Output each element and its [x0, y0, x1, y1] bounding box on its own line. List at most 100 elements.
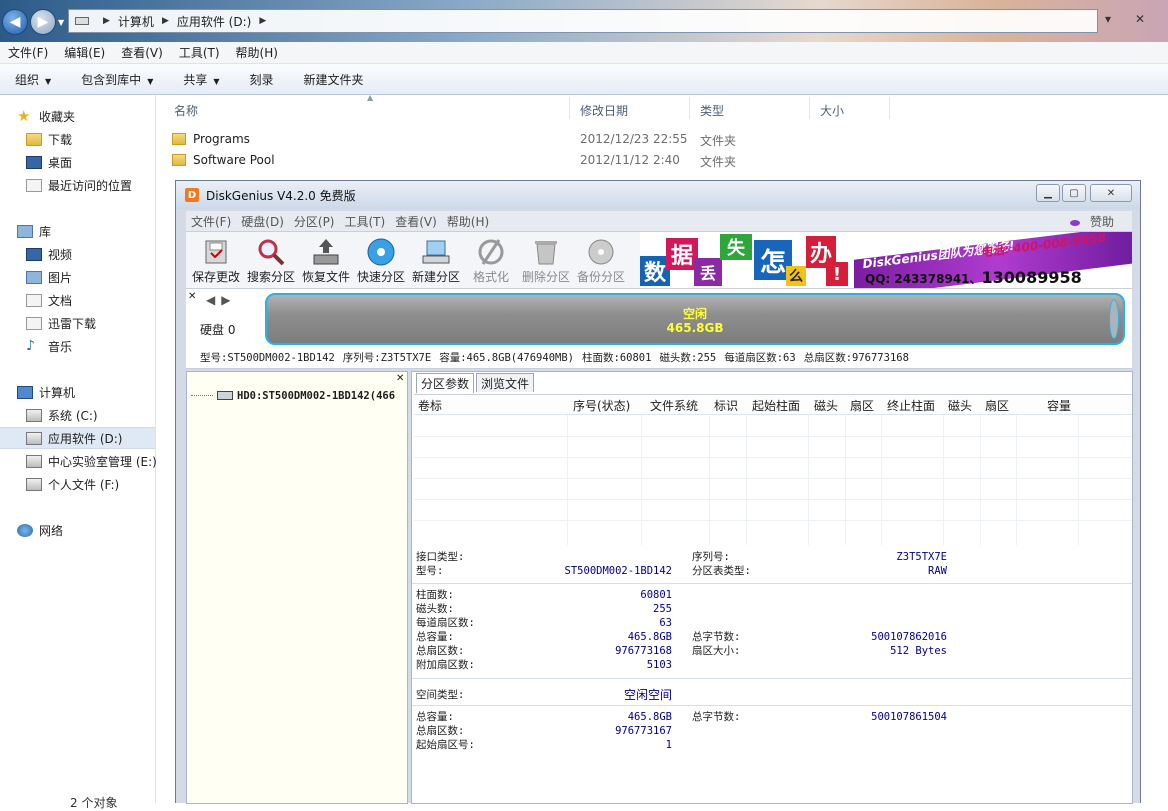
sidebar-item-computer[interactable]: 计算机	[17, 381, 172, 403]
format-button[interactable]: 格式化	[465, 234, 517, 288]
column-divider[interactable]	[569, 97, 570, 119]
sidebar-item-drive-d[interactable]: 应用软件 (D:)	[0, 427, 155, 449]
format-icon	[475, 237, 507, 267]
sidebar-item-libraries[interactable]: 库	[17, 220, 172, 242]
donate-link[interactable]: 赞助	[1065, 213, 1124, 230]
sidebar-item-documents[interactable]: 文档	[26, 289, 181, 311]
back-button[interactable]: ◀	[2, 9, 28, 35]
address-bar-area: ◀ ▶ ▼ ▶ 计算机 ▶ 应用软件 (D:) ▶ ▾ ✕	[0, 0, 1168, 42]
column-header-filesystem[interactable]: 文件系统	[650, 397, 698, 414]
column-header-start-sector[interactable]: 扇区	[850, 397, 874, 414]
column-header-size[interactable]: 大小	[820, 102, 844, 119]
column-header-name[interactable]: 名称	[174, 102, 198, 119]
recover-files-button[interactable]: 恢复文件	[300, 234, 352, 288]
disk-nav-arrows-icon[interactable]: ◀▶	[206, 293, 236, 307]
menu-tools[interactable]: 工具(T)	[171, 44, 228, 61]
save-changes-button[interactable]: 保存更改	[190, 234, 242, 288]
sidebar-item-videos[interactable]: 视频	[26, 243, 181, 265]
dg-menu-help[interactable]: 帮助(H)	[442, 213, 494, 230]
sidebar-item-music[interactable]: ♪ 音乐	[26, 335, 181, 357]
magnifier-icon	[255, 237, 287, 267]
free-space-size: 465.8GB	[666, 321, 724, 335]
column-header-start-head[interactable]: 磁头	[814, 397, 838, 414]
column-header-index[interactable]: 序号(状态)	[573, 397, 630, 414]
column-header-date[interactable]: 修改日期	[580, 102, 628, 119]
history-dropdown-icon[interactable]: ▼	[58, 18, 64, 27]
breadcrumb-drive[interactable]: 应用软件 (D:)	[177, 13, 251, 30]
column-header-end-head[interactable]: 磁头	[948, 397, 972, 414]
disk-free-space-bar[interactable]: 空闲 465.8GB	[265, 293, 1125, 345]
column-divider[interactable]	[809, 97, 810, 119]
file-row[interactable]: Programs	[172, 129, 250, 149]
address-box[interactable]: ▶ 计算机 ▶ 应用软件 (D:) ▶	[68, 9, 1098, 33]
column-divider[interactable]	[889, 97, 890, 119]
backup-partition-button[interactable]: 备份分区	[575, 234, 627, 288]
delete-partition-button[interactable]: 删除分区	[520, 234, 572, 288]
column-header-start-cyl[interactable]: 起始柱面	[752, 397, 800, 414]
breadcrumb-computer[interactable]: 计算机	[118, 13, 154, 30]
minimize-button[interactable]: ▁	[1036, 184, 1060, 202]
sidebar-item-drive-e[interactable]: 中心实验室管理 (E:)	[26, 450, 181, 472]
disk-tree-pane: ✕ HD0:ST500DM002-1BD142(466	[186, 371, 408, 804]
column-header-id[interactable]: 标识	[714, 397, 738, 414]
new-folder-button[interactable]: 新建文件夹	[289, 71, 379, 88]
include-library-button[interactable]: 包含到库中 ▼	[66, 71, 168, 88]
toolbar-label: 搜索分区	[246, 270, 295, 284]
close-icon: ✕	[1106, 187, 1116, 199]
tab-browse-files[interactable]: 浏览文件	[476, 373, 535, 392]
chevron-right-icon[interactable]: ▶	[103, 16, 110, 26]
dg-menu-file[interactable]: 文件(F)	[186, 213, 236, 230]
column-header-capacity[interactable]: 容量	[1047, 397, 1071, 414]
menu-view[interactable]: 查看(V)	[113, 44, 171, 61]
column-header-end-sector[interactable]: 扇区	[985, 397, 1009, 414]
dg-menu-disk[interactable]: 硬盘(D)	[236, 213, 289, 230]
menu-help[interactable]: 帮助(H)	[228, 44, 286, 61]
sidebar-item-drive-f[interactable]: 个人文件 (F:)	[26, 473, 181, 495]
share-button[interactable]: 共享 ▼	[168, 71, 234, 88]
sidebar-item-drive-c[interactable]: 系统 (C:)	[26, 404, 181, 426]
column-header-end-cyl[interactable]: 终止柱面	[887, 397, 935, 414]
organize-button[interactable]: 组织 ▼	[0, 71, 66, 88]
section-divider	[412, 583, 1132, 584]
dg-menu-partition[interactable]: 分区(P)	[289, 213, 340, 230]
menu-file[interactable]: 文件(F)	[0, 44, 56, 61]
burn-button[interactable]: 刻录	[235, 71, 289, 88]
quick-partition-button[interactable]: 快速分区	[355, 234, 407, 288]
sidebar-item-pictures[interactable]: 图片	[26, 266, 181, 288]
tree-item-hd0[interactable]: HD0:ST500DM002-1BD142(466	[189, 388, 408, 403]
sidebar-item-favorites[interactable]: ★ 收藏夹	[17, 105, 172, 127]
column-header-type[interactable]: 类型	[700, 102, 724, 119]
close-button[interactable]: ✕	[1090, 184, 1132, 202]
dropdown-icon: ▼	[147, 76, 154, 86]
dg-menu-tools[interactable]: 工具(T)	[340, 213, 391, 230]
dg-menu-view[interactable]: 查看(V)	[390, 213, 442, 230]
new-partition-button[interactable]: 新建分区	[410, 234, 462, 288]
sidebar-item-network[interactable]: 网络	[17, 519, 172, 541]
diskgenius-title-bar[interactable]: D DiskGenius V4.2.0 免费版 ▁ ▢ ✕	[176, 181, 1140, 209]
chevron-right-icon[interactable]: ▶	[259, 16, 266, 26]
menu-edit[interactable]: 编辑(E)	[56, 44, 113, 61]
banner-qq-text: QQ: 243378941、130089958	[865, 268, 1082, 287]
file-name: Software Pool	[193, 153, 275, 167]
disk-model: 型号:ST500DM002-1BD142	[200, 352, 335, 364]
forward-button[interactable]: ▶	[30, 9, 56, 35]
search-partition-button[interactable]: 搜索分区	[245, 234, 297, 288]
disk-cylinder-cap	[1109, 299, 1119, 339]
grid-line	[746, 415, 747, 545]
close-address-icon[interactable]: ✕	[1135, 12, 1145, 26]
trash-icon	[530, 237, 562, 267]
column-header-volume[interactable]: 卷标	[418, 397, 442, 414]
close-panel-icon[interactable]: ✕	[188, 291, 196, 302]
chevron-right-icon[interactable]: ▶	[162, 16, 169, 26]
advertisement-banner[interactable]: 数 据 丢 失 怎 么 办 ! DiskGenius团队为您服务! 电话: 40…	[640, 232, 1132, 288]
maximize-button[interactable]: ▢	[1062, 184, 1086, 202]
sidebar-item-label: 应用软件 (D:)	[48, 431, 123, 446]
detail-value: 465.8GB	[627, 631, 672, 643]
file-row[interactable]: Software Pool	[172, 150, 275, 170]
close-pane-icon[interactable]: ✕	[396, 373, 404, 384]
sidebar-item-label: 最近访问的位置	[48, 178, 133, 193]
sidebar-item-thunder-downloads[interactable]: 迅雷下载	[26, 312, 181, 334]
column-divider[interactable]	[689, 97, 690, 119]
tab-partition-params[interactable]: 分区参数	[416, 373, 475, 393]
address-dropdown-icon[interactable]: ▾	[1105, 12, 1111, 26]
